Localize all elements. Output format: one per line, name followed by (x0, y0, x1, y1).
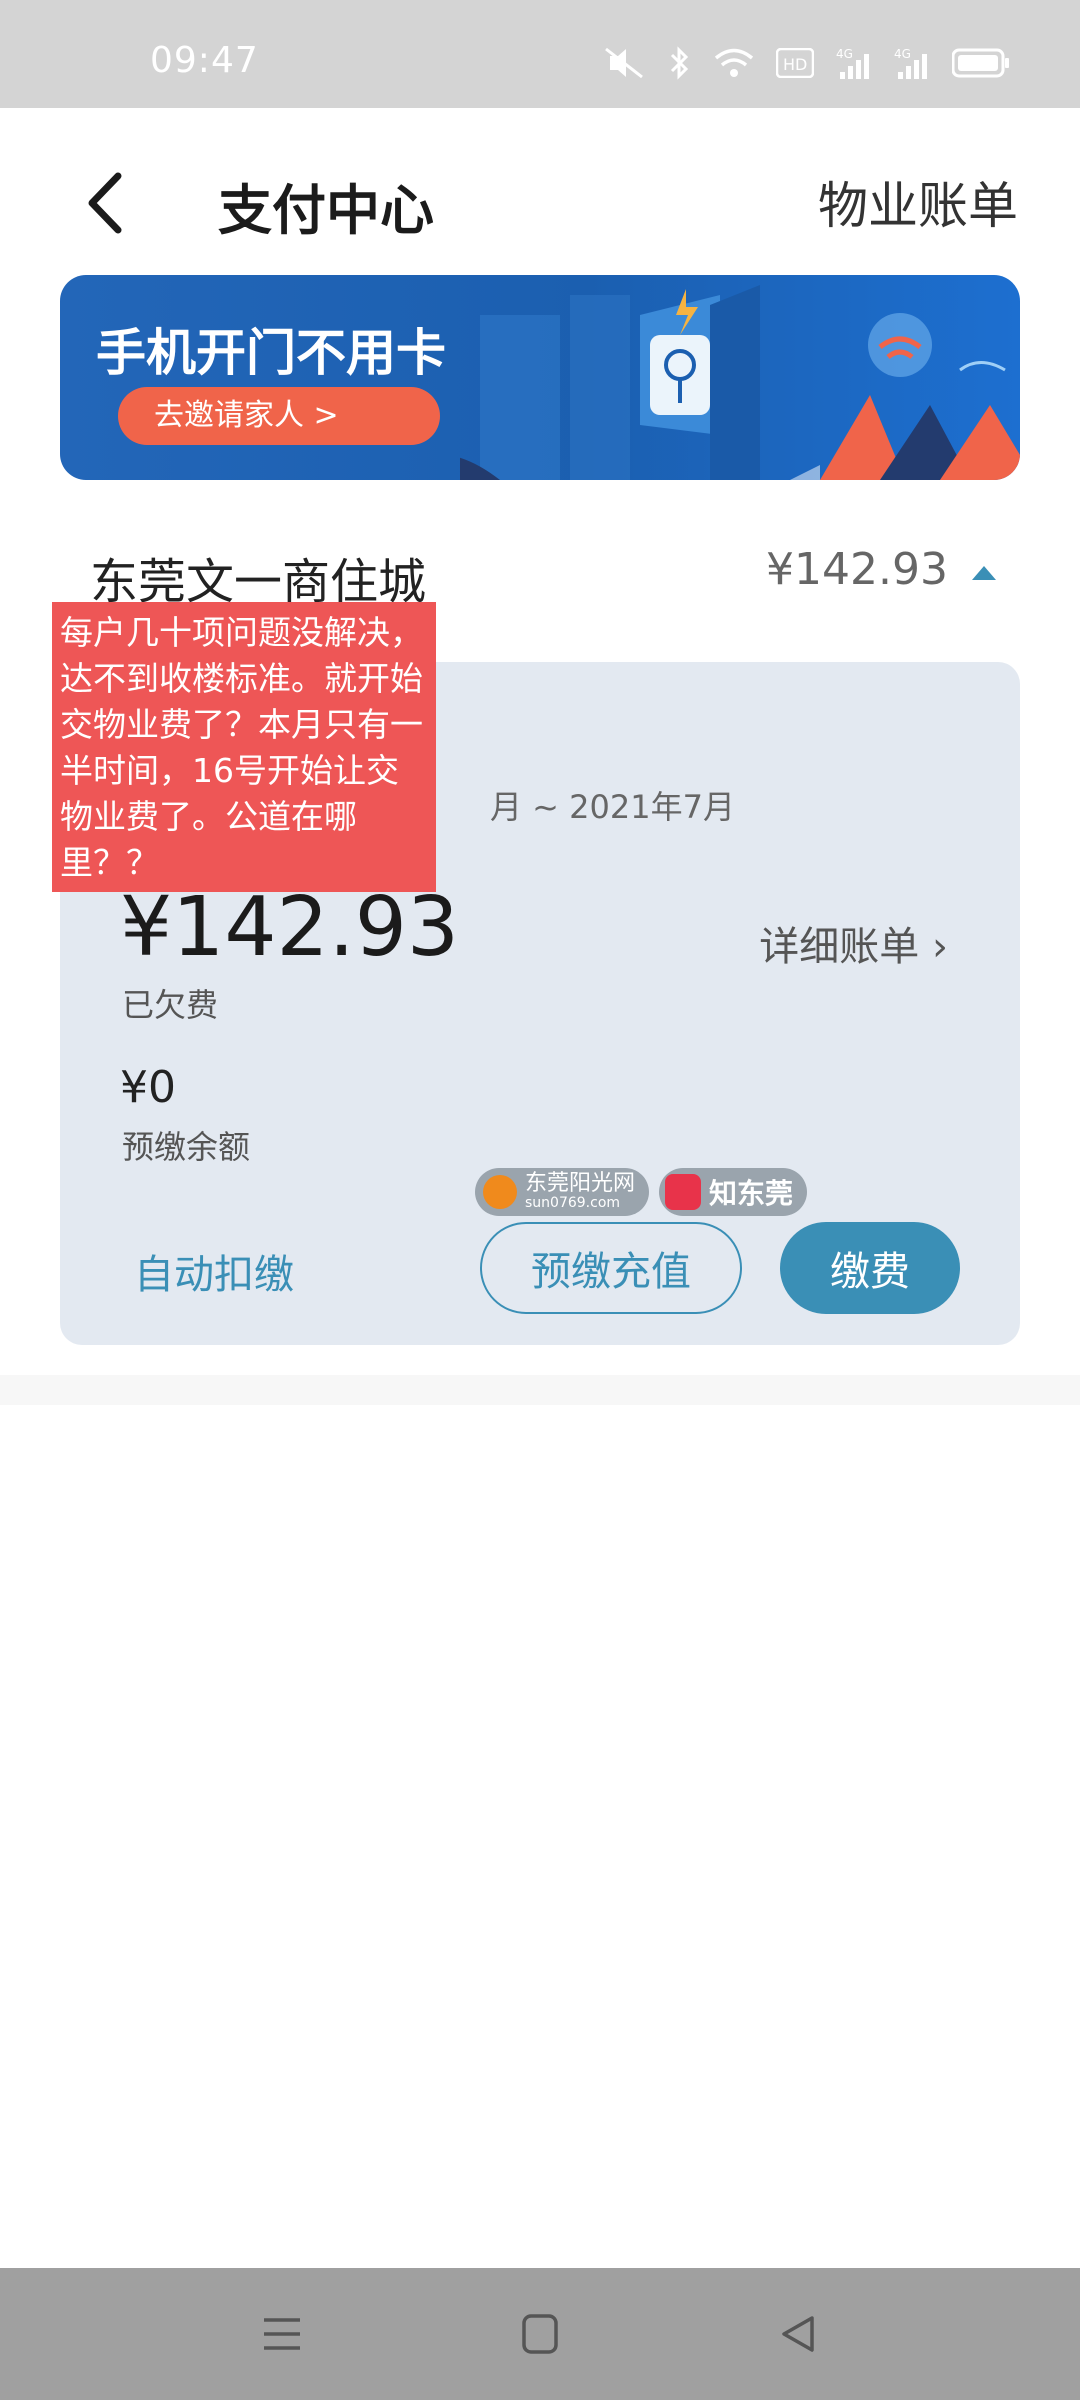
bluetooth-icon (668, 46, 692, 84)
svg-text:4G: 4G (836, 47, 853, 61)
watermark-site2-name: 知东莞 (709, 1177, 794, 1210)
svg-text:4G: 4G (894, 47, 911, 61)
signal-4g-icon: 4G (836, 46, 872, 84)
prepay-recharge-button[interactable]: 预缴充值 (480, 1222, 742, 1314)
prepay-balance-amount: ¥0 (120, 1062, 176, 1113)
status-time: 09:47 (150, 40, 259, 81)
back-triangle-icon[interactable] (774, 2312, 822, 2356)
watermark-site1-url: sun0769.com (525, 1195, 621, 1211)
detailed-bill-link[interactable]: 详细账单 › (759, 914, 948, 972)
svg-text:HD: HD (783, 55, 807, 74)
auto-deduct-link[interactable]: 自动扣缴 (134, 1242, 294, 1300)
menu-icon[interactable] (258, 2312, 306, 2356)
header: 支付中心 物业账单 (0, 108, 1080, 278)
sun-logo-icon (483, 1175, 517, 1209)
back-arrow-icon[interactable] (80, 168, 140, 238)
home-icon[interactable] (516, 2312, 564, 2356)
watermark-site1-name: 东莞阳光网 (525, 1171, 636, 1196)
arrears-label: 已欠费 (122, 986, 219, 1024)
prepay-balance-label: 预缴余额 (122, 1128, 251, 1166)
property-bill-link[interactable]: 物业账单 (818, 166, 1018, 238)
eye-logo-icon (665, 1174, 702, 1210)
divider-strip (0, 1375, 1080, 1405)
pay-button[interactable]: 缴费 (780, 1222, 960, 1314)
mute-icon (602, 46, 646, 84)
caret-up-icon[interactable] (972, 566, 996, 580)
watermark: 东莞阳光网 sun0769.com 知东莞 (475, 1168, 808, 1216)
status-icons: HD 4G 4G (602, 46, 1010, 84)
wifi-icon (714, 47, 754, 83)
hd-icon: HD (775, 47, 815, 82)
arrears-amount: ¥142.93 (120, 880, 460, 975)
watermark-site2: 知东莞 (659, 1168, 808, 1216)
overlay-annotation: 每户几十项问题没解决，达不到收楼标准。就开始交物业费了？本月只有一半时间，16号… (52, 602, 436, 892)
system-nav-bar (0, 2268, 1080, 2400)
battery-icon (951, 48, 1010, 82)
billing-period: 月 ~ 2021年7月 (490, 788, 735, 826)
signal-4g-icon: 4G (894, 46, 930, 84)
property-row[interactable]: 东莞文一商住城 ¥142.93 (0, 530, 1080, 610)
page-title: 支付中心 (218, 179, 434, 242)
banner-title: 手机开门不用卡 (96, 324, 446, 382)
watermark-site1: 东莞阳光网 sun0769.com (475, 1168, 650, 1216)
promo-banner[interactable]: 手机开门不用卡 去邀请家人 > (60, 275, 1020, 480)
status-bar: 09:47 HD 4G 4G (0, 0, 1080, 108)
property-amount: ¥142.93 (766, 544, 948, 595)
banner-illustration (460, 285, 1020, 480)
invite-family-button[interactable]: 去邀请家人 > (118, 387, 440, 445)
